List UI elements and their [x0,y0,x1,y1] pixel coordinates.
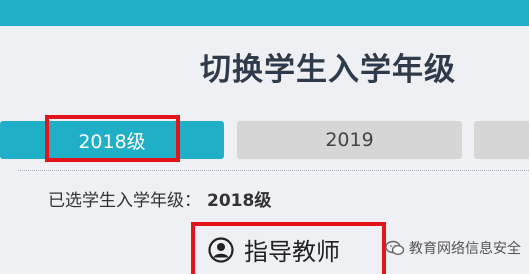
page-title: 切换学生入学年级 [200,52,456,88]
year-tab-2019[interactable]: 2019 [237,121,462,159]
selected-year-value: 2018级 [207,191,272,211]
watermark: 教育网络信息安全 [385,238,521,258]
dotted-divider [18,170,529,171]
user-circle-icon [208,236,234,263]
screenshot: 切换学生入学年级 2018级 2019 已选学生入学年级： 2018级 指导教师 … [0,0,529,274]
selected-year-line: 已选学生入学年级： 2018级 [48,186,271,211]
year-tab-next[interactable] [474,121,529,159]
watermark-text: 教育网络信息安全 [409,241,521,257]
teacher-button[interactable]: 指导教师 [208,232,340,267]
teacher-label: 指导教师 [244,238,340,266]
wechat-icon [385,240,405,256]
selected-year-label: 已选学生入学年级： [48,191,201,211]
top-bar [0,0,529,26]
year-tab-2018[interactable]: 2018级 [0,121,224,159]
